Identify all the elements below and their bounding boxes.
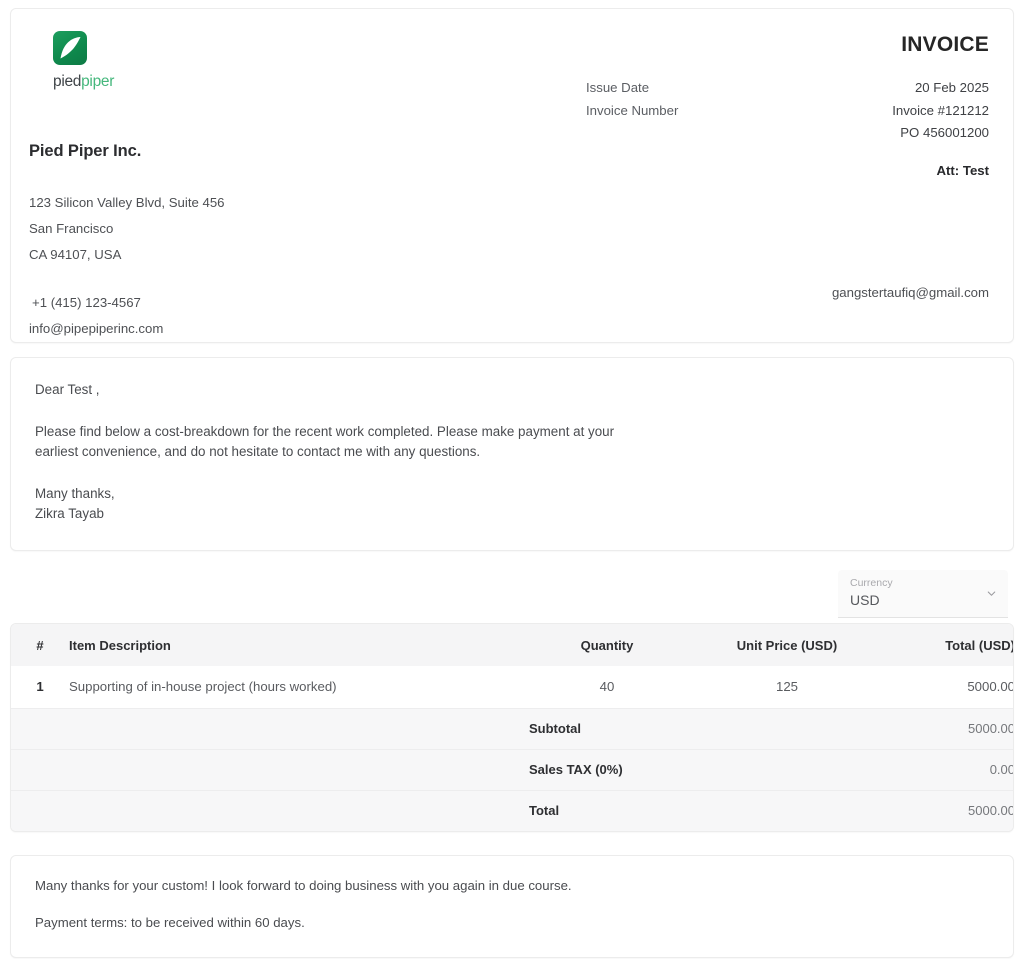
issue-date-value: 20 Feb 2025 (914, 80, 989, 95)
subtotal-spacer-2 (69, 708, 517, 749)
sales-tax-row: Sales TAX (0%) 0.00 (11, 749, 1014, 790)
items-table-header-row: # Item Description Quantity Unit Price (… (11, 624, 1014, 666)
cell-total: 5000.00 (967, 679, 1014, 695)
column-header-quantity: Quantity (580, 637, 634, 653)
subtotal-value: 5000.00 (968, 721, 1014, 736)
company-email: info@pipepiperinc.com (29, 321, 164, 336)
message-signoff: Many thanks, (35, 486, 115, 501)
invoice-header-card: piedpiper INVOICE Issue Date 20 Feb 2025… (10, 8, 1014, 343)
company-name: Pied Piper Inc. (29, 142, 142, 160)
cell-quantity: 40 (599, 679, 615, 695)
address-spacer (29, 268, 225, 290)
brand-wordmark: piedpiper (53, 73, 114, 91)
cell-unit-price: 125 (775, 679, 798, 695)
table-row: 1 Supporting of in-house project (hours … (11, 666, 1014, 708)
piedpiper-leaf-logo-icon (53, 31, 87, 65)
brand-block: piedpiper (35, 23, 114, 91)
message-greeting: Dear Test , (35, 382, 100, 397)
company-phone: +1 (415) 123-4567 (32, 295, 141, 310)
subtotal-label: Subtotal (529, 721, 581, 736)
grand-total-label: Total (529, 803, 560, 819)
purchase-order-value: PO 456001200 (900, 125, 989, 140)
brand-word-second: piper (81, 73, 115, 90)
page-title: INVOICE (901, 33, 989, 56)
meta-row-issue-date: Issue Date 20 Feb 2025 (586, 77, 989, 100)
invoice-meta: Issue Date 20 Feb 2025 Invoice Number In… (586, 77, 989, 178)
invoice-items-table: # Item Description Quantity Unit Price (… (11, 624, 1014, 831)
company-address-block: 123 Silicon Valley Blvd, Suite 456 San F… (29, 190, 225, 342)
message-gap-1 (35, 400, 989, 422)
address-line-3: CA 94107, USA (29, 247, 122, 262)
currency-zone: Currency USD (10, 551, 1014, 623)
tax-spacer-1 (11, 749, 69, 790)
address-line-1: 123 Silicon Valley Blvd, Suite 456 (29, 195, 225, 210)
invoice-number-value: Invoice #121212 (892, 102, 989, 118)
attention-line: Att: Test (936, 162, 990, 178)
message-signature: Zikra Tayab (35, 506, 104, 521)
column-header-description: Item Description (69, 637, 171, 653)
footer-thanks: Many thanks for your custom! I look forw… (35, 878, 572, 893)
currency-value: USD (850, 592, 880, 608)
subtotal-spacer-1 (11, 708, 69, 749)
chevron-down-icon[interactable] (985, 587, 998, 605)
sales-tax-value: 0.00 (989, 762, 1014, 777)
invoice-items-table-card: # Item Description Quantity Unit Price (… (10, 623, 1014, 832)
invoice-number-label: Invoice Number (586, 102, 679, 118)
grand-total-value: 5000.00 (968, 803, 1014, 819)
invoice-page: piedpiper INVOICE Issue Date 20 Feb 2025… (0, 0, 1024, 959)
brand-word-first: pied (53, 73, 82, 90)
message-body: Please find below a cost-breakdown for t… (35, 424, 615, 459)
subtotal-row: Subtotal 5000.00 (11, 708, 1014, 749)
footer-payment-terms: Payment terms: to be received within 60 … (35, 915, 305, 930)
message-gap-2 (35, 462, 989, 484)
invoice-message-card: Dear Test , Please find below a cost-bre… (10, 357, 1014, 551)
cell-description: Supporting of in-house project (hours wo… (69, 679, 337, 695)
client-email: gangstertaufiq@gmail.com (831, 285, 989, 300)
items-table-body: 1 Supporting of in-house project (hours … (11, 666, 1014, 831)
total-spacer-2 (69, 790, 517, 831)
footer-gap (35, 896, 989, 913)
column-header-number: # (36, 637, 44, 653)
tax-spacer-2 (69, 749, 517, 790)
items-table-head: # Item Description Quantity Unit Price (… (11, 624, 1014, 666)
sales-tax-label: Sales TAX (0%) (529, 762, 623, 777)
address-line-2: San Francisco (29, 221, 114, 236)
column-header-unit-price: Unit Price (USD) (736, 637, 838, 653)
total-spacer-1 (11, 790, 69, 831)
issue-date-label: Issue Date (586, 80, 650, 95)
meta-row-invoice-number: Invoice Number Invoice #121212 (586, 100, 989, 123)
currency-label: Currency (850, 577, 893, 589)
column-header-total: Total (USD) (945, 637, 1014, 653)
cell-number: 1 (36, 679, 44, 695)
invoice-footer-card: Many thanks for your custom! I look forw… (10, 855, 1014, 958)
currency-select[interactable]: Currency USD (838, 570, 1008, 618)
grand-total-row: Total 5000.00 (11, 790, 1014, 831)
